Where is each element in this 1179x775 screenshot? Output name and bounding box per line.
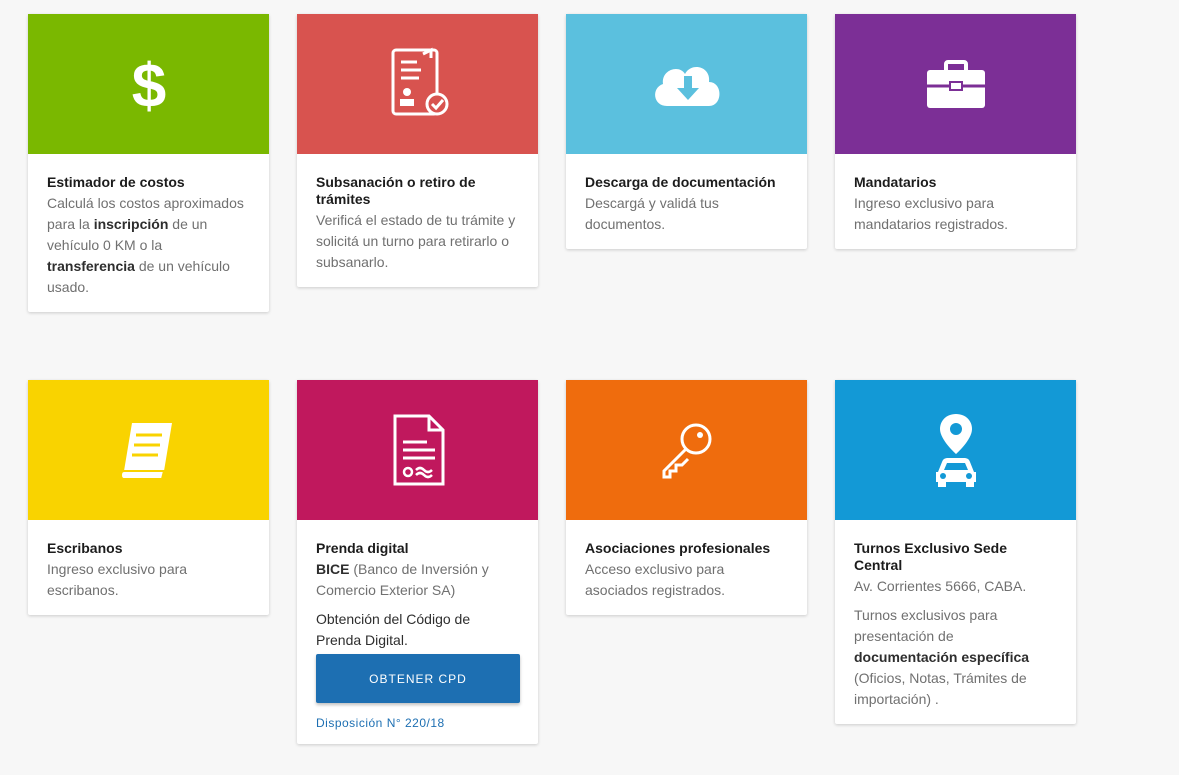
card-estimador-costos[interactable]: $ Estimador de costos Calculá los costos… xyxy=(28,14,269,312)
card-banner xyxy=(835,380,1076,520)
card-banner xyxy=(297,14,538,154)
card-escribanos[interactable]: Escribanos Ingreso exclusivo para escrib… xyxy=(28,380,269,615)
svg-text:$: $ xyxy=(131,52,165,119)
card-description: Acceso exclusivo para asociados registra… xyxy=(585,561,726,598)
card-description: Descargá y validá tus documentos. xyxy=(585,195,719,232)
disposicion-link[interactable]: Disposición N° 220/18 xyxy=(316,716,518,730)
key-icon xyxy=(662,423,711,479)
card-description: BICE (Banco de Inversión y Comercio Exte… xyxy=(316,561,489,598)
card-description: Ingreso exclusivo para escribanos. xyxy=(47,561,188,598)
card-banner xyxy=(28,380,269,520)
card-title: Escribanos xyxy=(47,540,123,556)
card-title: Descarga de documentación xyxy=(585,174,776,190)
card-description: Calculá los costos aproximados para la i… xyxy=(47,195,244,295)
location-car-icon xyxy=(935,414,976,487)
card-description-secondary: Obtención del Código de Prenda Digital. xyxy=(316,611,471,648)
card-banner xyxy=(297,380,538,520)
card-turnos-sede-central[interactable]: Turnos Exclusivo Sede Central Av. Corrie… xyxy=(835,380,1076,724)
card-title: Mandatarios xyxy=(854,174,937,190)
card-banner: $ xyxy=(28,14,269,154)
card-mandatarios[interactable]: Mandatarios Ingreso exclusivo para manda… xyxy=(835,14,1076,249)
briefcase-icon xyxy=(926,60,985,108)
cloud-download-icon xyxy=(654,67,719,106)
card-descarga-documentacion[interactable]: Descarga de documentación Descargá y val… xyxy=(566,14,807,249)
card-prenda-digital[interactable]: Prenda digital BICE (Banco de Inversión … xyxy=(297,380,538,744)
card-banner xyxy=(566,14,807,154)
card-banner xyxy=(566,380,807,520)
obtener-cpd-button[interactable]: OBTENER CPD xyxy=(316,654,520,703)
card-subsanacion[interactable]: Subsanación o retiro de trámites Verific… xyxy=(297,14,538,287)
contract-icon xyxy=(393,414,444,486)
card-title: Prenda digital xyxy=(316,540,409,556)
card-description: Turnos exclusivos para presentación de d… xyxy=(854,607,1030,707)
card-description: Ingreso exclusivo para mandatarios regis… xyxy=(854,195,1009,232)
card-asociaciones-profesionales[interactable]: Asociaciones profesionales Acceso exclus… xyxy=(566,380,807,615)
card-title: Turnos Exclusivo Sede Central xyxy=(854,540,1008,573)
dollar-icon: $ xyxy=(131,52,165,119)
document-check-icon xyxy=(391,47,448,116)
card-title: Subsanación o retiro de trámites xyxy=(316,174,476,207)
book-icon xyxy=(119,423,172,480)
card-address: Av. Corrientes 5666, CABA. xyxy=(854,578,1027,594)
card-banner xyxy=(835,14,1076,154)
card-description: Verificá el estado de tu trámite y solic… xyxy=(316,212,516,270)
card-title: Asociaciones profesionales xyxy=(585,540,771,556)
card-title: Estimador de costos xyxy=(47,174,185,190)
